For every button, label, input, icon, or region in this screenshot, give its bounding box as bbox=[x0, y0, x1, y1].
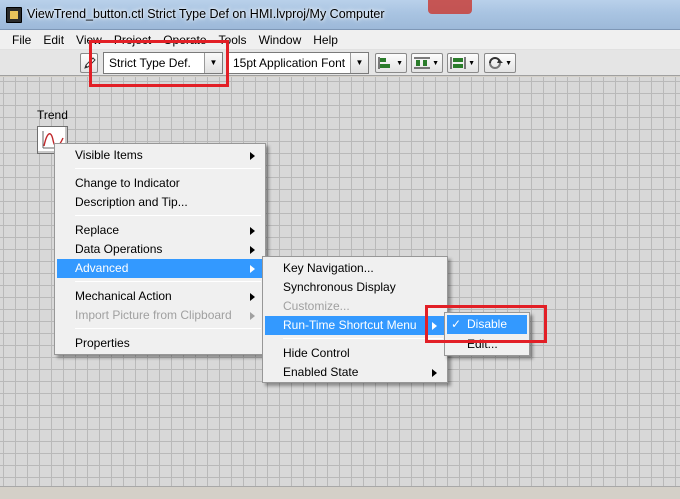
menu-item-label: Data Operations bbox=[75, 242, 163, 256]
menu-item-visible-items[interactable]: Visible Items bbox=[57, 146, 263, 165]
menu-window[interactable]: Window bbox=[253, 33, 308, 47]
menu-item-label: Description and Tip... bbox=[75, 195, 188, 209]
highlight-box-type-def bbox=[89, 40, 229, 87]
menu-item-label: Change to Indicator bbox=[75, 176, 180, 190]
submenu-arrow-icon bbox=[250, 312, 255, 320]
menu-item-label: Hide Control bbox=[283, 346, 350, 360]
menu-item-label: Properties bbox=[75, 336, 130, 350]
menu-separator bbox=[75, 215, 261, 216]
menu-item-mechanical-action[interactable]: Mechanical Action bbox=[57, 287, 263, 306]
control-label: Trend bbox=[37, 108, 68, 122]
menu-item-label: Replace bbox=[75, 223, 120, 237]
chevron-down-icon: ▼ bbox=[432, 60, 439, 67]
menu-item-label: Customize... bbox=[283, 299, 350, 313]
distribute-objects-icon[interactable]: ▼ bbox=[411, 53, 443, 73]
menu-item-properties[interactable]: Properties bbox=[57, 334, 263, 353]
menu-item-data-operations[interactable]: Data Operations bbox=[57, 240, 263, 259]
menu-item-description-and-tip[interactable]: Description and Tip... bbox=[57, 193, 263, 212]
menu-item-label: Import Picture from Clipboard bbox=[75, 308, 232, 322]
title-bar: ViewTrend_button.ctl Strict Type Def on … bbox=[0, 0, 680, 30]
menu-item-replace[interactable]: Replace bbox=[57, 221, 263, 240]
submenu-arrow-icon bbox=[250, 152, 255, 160]
labview-app-icon bbox=[6, 7, 22, 23]
context-menu: Visible Items Change to Indicator Descri… bbox=[54, 143, 266, 355]
menu-edit[interactable]: Edit bbox=[37, 33, 70, 47]
chevron-down-icon: ▼ bbox=[350, 53, 368, 73]
menu-item-run-time-shortcut-menu[interactable]: Run-Time Shortcut Menu bbox=[265, 316, 445, 335]
submenu-arrow-icon bbox=[250, 246, 255, 254]
menu-item-key-navigation[interactable]: Key Navigation... bbox=[265, 259, 445, 278]
menu-item-label: Key Navigation... bbox=[283, 261, 374, 275]
menu-separator bbox=[75, 328, 261, 329]
menu-item-hide-control[interactable]: Hide Control bbox=[265, 344, 445, 363]
menu-item-label: Advanced bbox=[75, 261, 129, 275]
reorder-icon[interactable]: ▼ bbox=[484, 53, 516, 73]
resize-objects-icon[interactable]: ▼ bbox=[447, 53, 479, 73]
font-select-value: 15pt Application Font bbox=[233, 56, 346, 70]
chevron-down-icon: ▼ bbox=[396, 60, 403, 67]
submenu-arrow-icon bbox=[432, 369, 437, 377]
menu-item-label: Synchronous Display bbox=[283, 280, 396, 294]
submenu-arrow-icon bbox=[250, 265, 255, 273]
menu-file[interactable]: File bbox=[6, 33, 37, 47]
close-button-partial[interactable] bbox=[428, 0, 472, 14]
font-select[interactable]: 15pt Application Font ▼ bbox=[227, 52, 369, 74]
submenu-arrow-icon bbox=[250, 227, 255, 235]
align-objects-icon[interactable]: ▼ bbox=[375, 53, 407, 73]
menu-item-label: Mechanical Action bbox=[75, 289, 172, 303]
menu-item-synchronous-display[interactable]: Synchronous Display bbox=[265, 278, 445, 297]
window-title: ViewTrend_button.ctl Strict Type Def on … bbox=[27, 7, 385, 21]
submenu-arrow-icon bbox=[250, 293, 255, 301]
menu-help[interactable]: Help bbox=[307, 33, 344, 47]
menu-separator bbox=[283, 338, 443, 339]
menu-item-label: Enabled State bbox=[283, 365, 359, 379]
menu-item-customize: Customize... bbox=[265, 297, 445, 316]
highlight-box-disable bbox=[425, 305, 547, 343]
chevron-down-icon: ▼ bbox=[468, 60, 475, 67]
menu-item-change-to-indicator[interactable]: Change to Indicator bbox=[57, 174, 263, 193]
menu-item-label: Run-Time Shortcut Menu bbox=[283, 318, 417, 332]
menu-separator bbox=[75, 281, 261, 282]
advanced-submenu: Key Navigation... Synchronous Display Cu… bbox=[262, 256, 448, 383]
chevron-down-icon: ▼ bbox=[505, 60, 512, 67]
menu-item-label: Visible Items bbox=[75, 148, 143, 162]
menu-item-advanced[interactable]: Advanced bbox=[57, 259, 263, 278]
menu-separator bbox=[75, 168, 261, 169]
status-strip bbox=[0, 486, 680, 499]
menu-item-import-picture: Import Picture from Clipboard bbox=[57, 306, 263, 325]
menu-item-enabled-state[interactable]: Enabled State bbox=[265, 363, 445, 382]
